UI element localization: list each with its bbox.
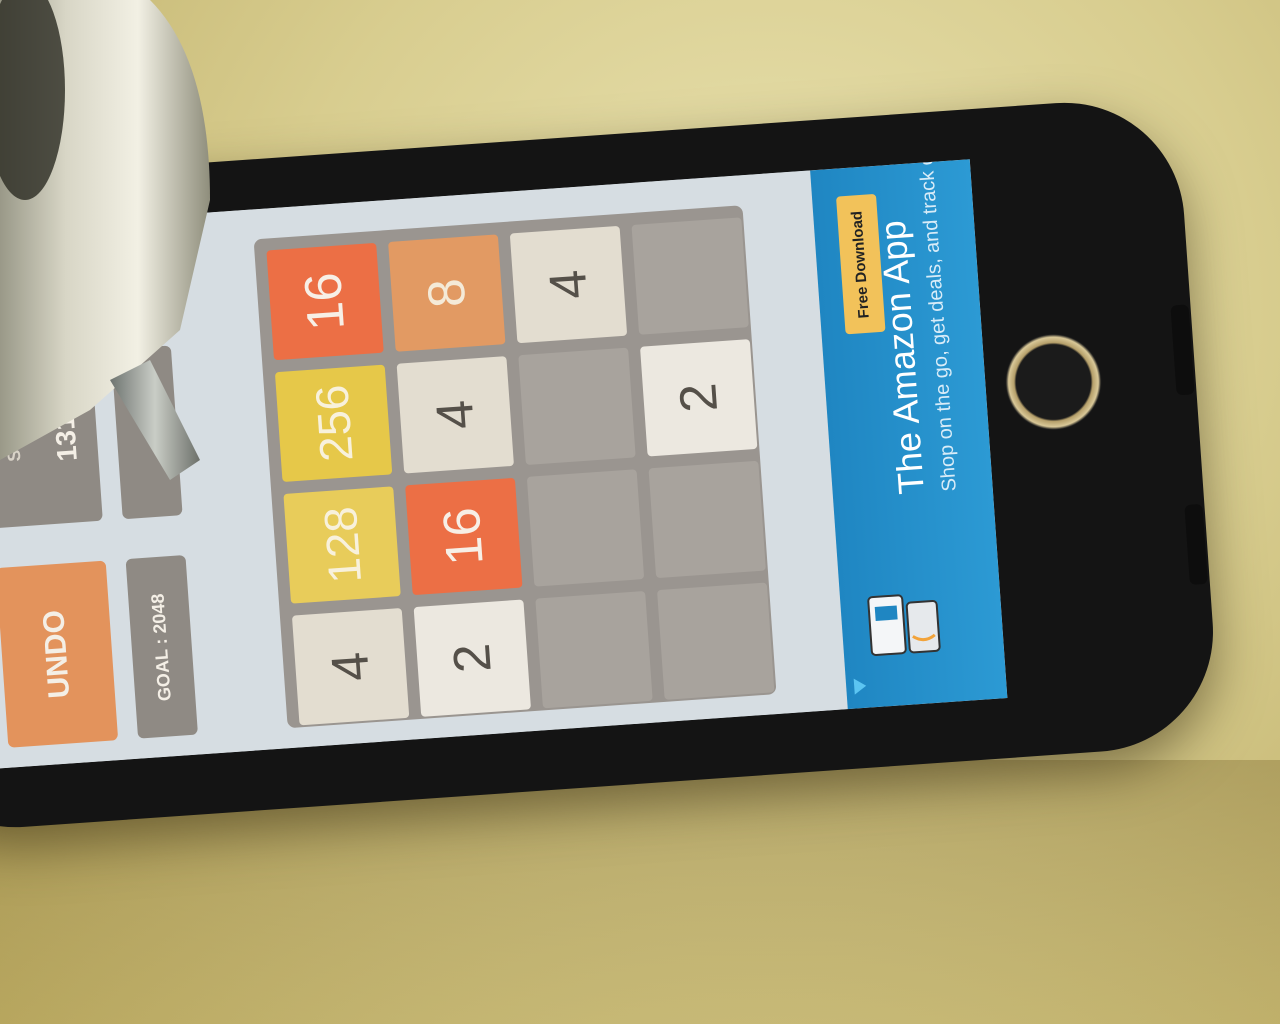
- tile-4: 4: [291, 608, 410, 726]
- ad-cta-label: Free Download: [848, 209, 874, 319]
- tile-8: 8: [388, 234, 506, 352]
- tile-value: 4: [320, 650, 381, 684]
- tile-value: 256: [304, 383, 363, 464]
- tile-128: 128: [283, 486, 401, 604]
- empty-cell: [518, 347, 636, 465]
- tile-value: 16: [432, 505, 495, 568]
- volume-button[interactable]: [1170, 304, 1195, 396]
- tile-256: 256: [274, 364, 393, 482]
- goal-label: GOAL : 2048: [147, 592, 175, 702]
- tile-2: 2: [639, 339, 758, 457]
- empty-cell: [526, 469, 645, 587]
- tile-16: 16: [405, 477, 523, 596]
- home-button[interactable]: [1002, 330, 1105, 434]
- goal-badge: GOAL : 2048: [125, 554, 198, 739]
- tile-value: 2: [442, 641, 503, 675]
- tile-16: 16: [266, 242, 384, 361]
- empty-cell: [631, 217, 749, 335]
- ad-play-icon: [853, 677, 867, 695]
- tile-value: 4: [538, 268, 599, 302]
- undo-button[interactable]: UNDO: [0, 560, 119, 748]
- game-board[interactable]: 4 128 256 16 2 16 4 8 4 2: [253, 205, 777, 729]
- volume-button[interactable]: [1184, 503, 1208, 585]
- robot-stylus-icon: [0, 0, 210, 480]
- tile-2: 2: [413, 599, 532, 717]
- tile-value: 16: [294, 270, 357, 333]
- tile-value: 128: [313, 504, 371, 586]
- amazon-app-icon: [867, 594, 941, 657]
- empty-cell: [535, 590, 653, 709]
- tile-value: 8: [416, 276, 477, 310]
- tile-4: 4: [509, 225, 628, 344]
- empty-cell: [648, 460, 766, 579]
- tile-4: 4: [396, 356, 514, 474]
- undo-label: UNDO: [36, 608, 77, 700]
- tile-value: 4: [425, 398, 486, 432]
- empty-cell: [657, 582, 775, 700]
- tile-value: 2: [668, 381, 729, 415]
